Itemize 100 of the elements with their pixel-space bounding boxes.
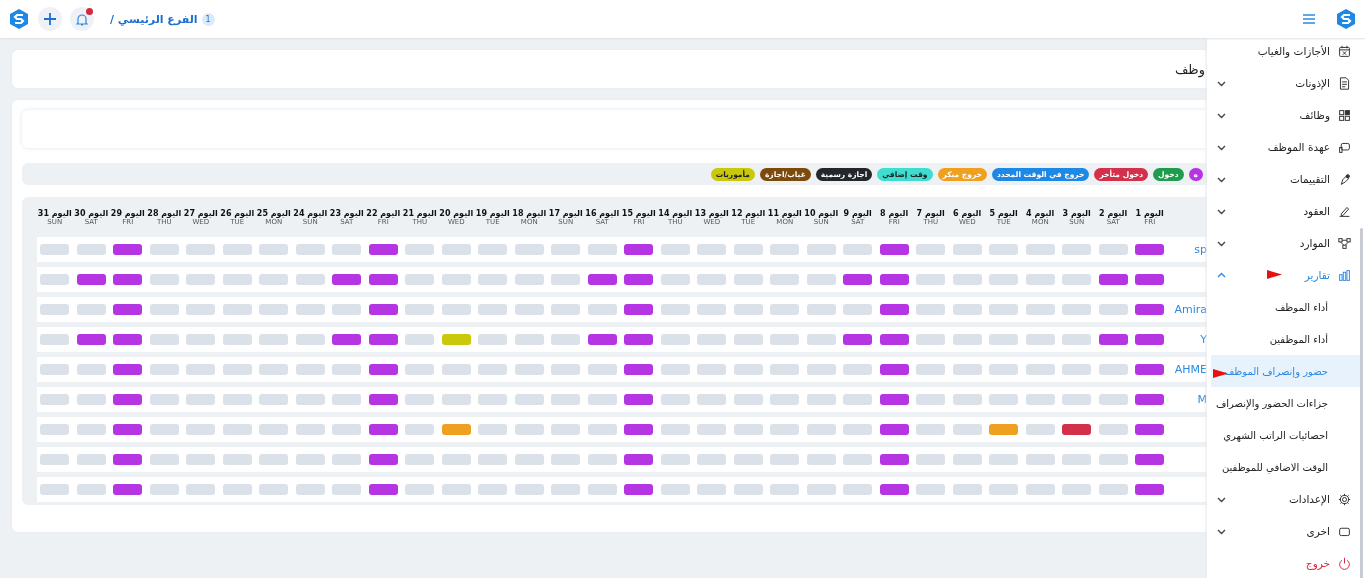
status-pill <box>186 454 216 465</box>
employee-name[interactable]: AHME <box>1168 357 1207 382</box>
status-pill <box>113 304 143 315</box>
status-pill <box>441 304 471 315</box>
status-pill <box>843 304 873 315</box>
employee-name[interactable]: sp <box>1168 237 1207 262</box>
sidebar-item[interactable]: خروج <box>1207 547 1365 578</box>
day-header: اليوم 23 <box>329 208 364 218</box>
status-pill <box>843 244 873 255</box>
status-pill <box>295 274 325 285</box>
status-pill <box>40 424 70 435</box>
status-pill <box>1098 364 1128 375</box>
status-pill <box>514 424 544 435</box>
menu-icon[interactable] <box>1301 11 1317 27</box>
status-pill <box>770 304 800 315</box>
status-pill <box>222 334 252 345</box>
add-button[interactable] <box>38 7 62 31</box>
status-pill <box>660 394 690 405</box>
status-pill <box>624 394 654 405</box>
status-pill <box>697 274 727 285</box>
status-pill <box>149 424 179 435</box>
day-header: اليوم 31 <box>37 208 72 218</box>
submenu-item[interactable]: جزاءات الحضور والإنصراف <box>1211 387 1360 419</box>
sidebar-item[interactable]: عهدة الموظف <box>1207 131 1365 163</box>
status-pill <box>222 484 252 495</box>
status-pill <box>952 274 982 285</box>
status-pill <box>76 394 106 405</box>
status-pill <box>660 424 690 435</box>
submenu-item[interactable]: احصائيات الراتب الشهري <box>1211 419 1360 451</box>
status-pill <box>770 334 800 345</box>
status-pill <box>1098 274 1128 285</box>
status-pill <box>405 364 435 375</box>
day-header: اليوم 22 <box>366 208 401 218</box>
status-pill <box>295 454 325 465</box>
scrollbar[interactable] <box>1360 228 1363 578</box>
status-pill <box>441 334 471 345</box>
status-pill <box>186 364 216 375</box>
status-pill <box>1098 394 1128 405</box>
status-pill <box>76 274 106 285</box>
submenu-item[interactable]: أداء الموظف <box>1211 291 1360 323</box>
submenu-item[interactable]: أداء الموظفين <box>1211 323 1360 355</box>
status-pill <box>660 484 690 495</box>
status-pill <box>222 304 252 315</box>
day-header: اليوم 26 <box>220 208 255 218</box>
day-header: اليوم 25 <box>256 208 291 218</box>
status-pill <box>1135 424 1165 435</box>
day-header: اليوم 7 <box>916 208 945 218</box>
status-pill <box>916 484 946 495</box>
sidebar-item[interactable]: وظائف <box>1207 99 1365 131</box>
status-pill <box>368 304 398 315</box>
status-pill <box>113 364 143 375</box>
status-pill <box>697 484 727 495</box>
status-pill <box>222 364 252 375</box>
sidebar-item[interactable]: العقود <box>1207 195 1365 227</box>
status-pill <box>733 364 763 375</box>
sidebar-item[interactable]: الموارد <box>1207 227 1365 259</box>
status-pill <box>843 484 873 495</box>
status-pill <box>660 304 690 315</box>
status-pill <box>368 394 398 405</box>
status-pill <box>405 484 435 495</box>
day-header: اليوم 30 <box>74 208 109 218</box>
status-pill <box>222 274 252 285</box>
sidebar-item[interactable]: الإعدادات <box>1207 483 1365 515</box>
status-pill <box>1025 304 1055 315</box>
status-pill <box>149 484 179 495</box>
status-pill <box>295 364 325 375</box>
sidebar-item[interactable]: الإذونات <box>1207 67 1365 99</box>
submenu-item[interactable]: الوقت الاضافي للموظفين <box>1211 451 1360 483</box>
status-pill <box>697 424 727 435</box>
employee-name[interactable]: Y <box>1168 327 1207 352</box>
day-header: اليوم 15 <box>621 208 656 218</box>
day-header: اليوم 24 <box>293 208 328 218</box>
sidebar-item[interactable]: تقارير <box>1207 259 1365 291</box>
sidebar-item[interactable]: اخرى <box>1207 515 1365 547</box>
status-pill <box>806 454 836 465</box>
status-pill <box>660 454 690 465</box>
status-pill <box>76 304 106 315</box>
document-icon <box>1338 76 1351 90</box>
status-pill <box>514 244 544 255</box>
status-pill <box>405 274 435 285</box>
employee-name[interactable]: Amira <box>1168 297 1207 322</box>
status-pill <box>368 424 398 435</box>
status-pill <box>441 364 471 375</box>
status-pill <box>660 244 690 255</box>
status-pill <box>113 484 143 495</box>
status-pill <box>441 424 471 435</box>
status-pill <box>952 484 982 495</box>
status-pill <box>551 484 581 495</box>
sidebar-item[interactable]: الأجازات والغياب <box>1207 35 1365 67</box>
status-pill <box>879 244 909 255</box>
status-pill <box>76 484 106 495</box>
status-pill <box>514 304 544 315</box>
notification-button[interactable] <box>70 7 94 31</box>
status-pill <box>259 334 289 345</box>
status-pill <box>879 364 909 375</box>
branch-breadcrumb[interactable]: الفرع الرئيسي / <box>110 12 198 26</box>
sidebar-item[interactable]: التقييمات <box>1207 163 1365 195</box>
status-pill <box>989 484 1019 495</box>
status-pill <box>879 304 909 315</box>
status-pill <box>149 334 179 345</box>
